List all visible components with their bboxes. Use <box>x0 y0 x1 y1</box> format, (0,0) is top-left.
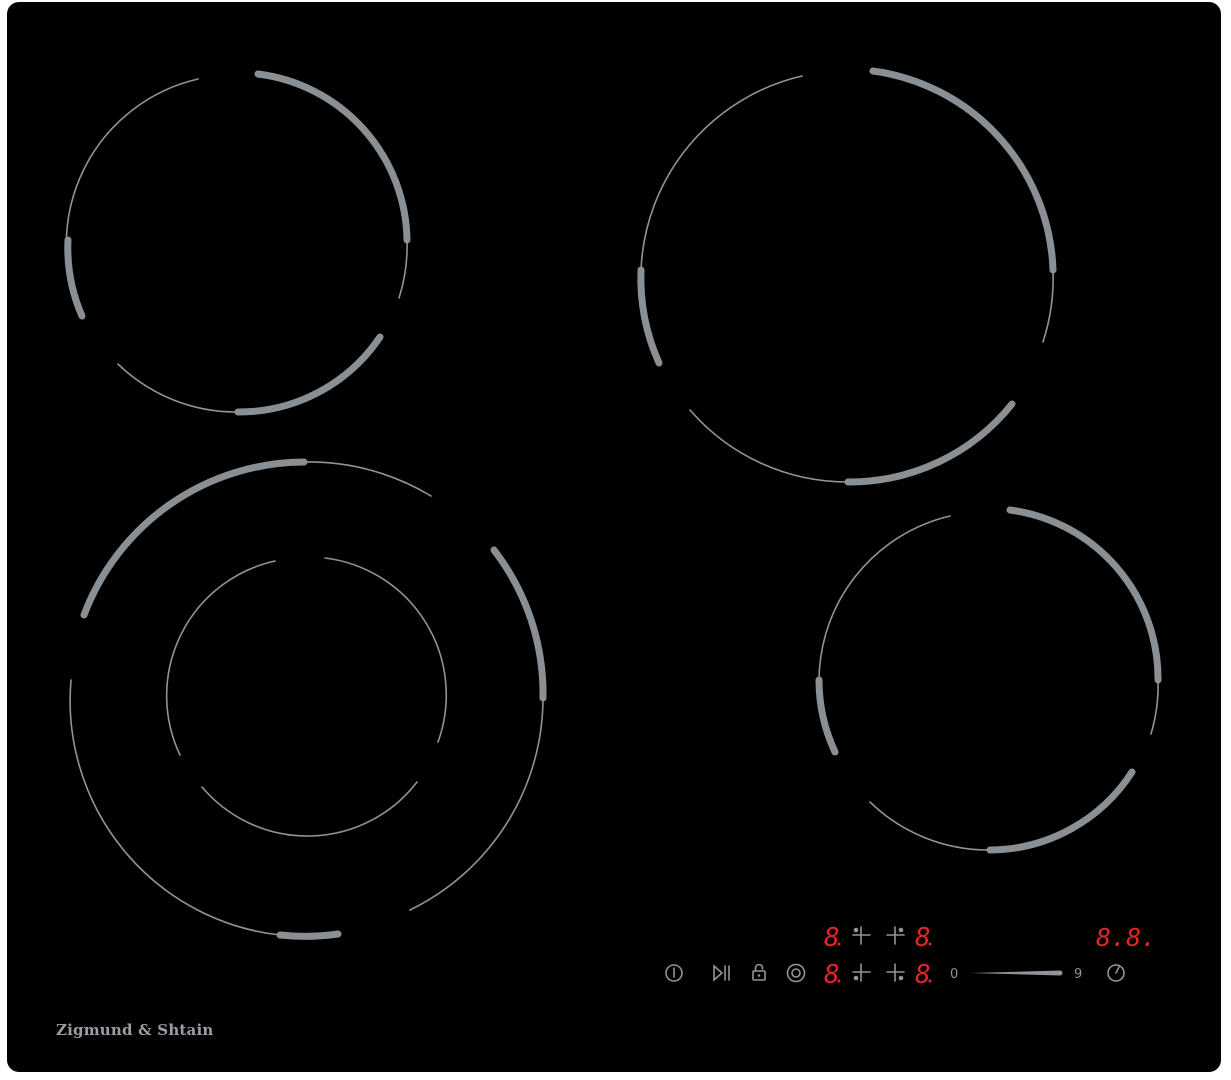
burner-front-right-heat-arc-bottom <box>986 768 1136 854</box>
display-front-left: 8 <box>824 960 840 990</box>
cooktop-drawing: 8 8 8.8. 8 8 0 9 Zigmund & Shtain <box>56 67 1162 1039</box>
display-rear-left: 8 <box>824 923 840 953</box>
burner-front-left <box>69 458 547 940</box>
timer-button[interactable] <box>1107 964 1125 982</box>
burner-front-left-inner-ring-b <box>324 557 448 743</box>
burner-rear-right-heat-arc-bottom <box>844 400 1016 486</box>
display-rear-right: 8 <box>915 923 931 953</box>
slider-min-label: 0 <box>950 967 958 982</box>
burner-rear-right-heat-arc <box>869 67 1057 274</box>
burner-rear-right-ring-right <box>1042 269 1054 343</box>
burner-front-left-outer-heat-arc-right <box>490 546 547 702</box>
burner-rear-left-ring-right <box>398 239 408 299</box>
zone-indicator-rear-right-icon <box>886 926 905 945</box>
zone-indicator-rear-left-icon <box>852 926 871 945</box>
burner-rear-left-heat-arc-left <box>64 236 86 320</box>
power-button[interactable] <box>665 964 683 982</box>
burner-front-left-inner-ring-a <box>165 560 276 756</box>
burner-front-right-ring-right <box>1150 679 1159 735</box>
burner-rear-right-ring <box>640 75 803 271</box>
zone-indicator-front-right-icon <box>886 963 905 982</box>
burner-front-left-outer-ring-left <box>69 679 281 936</box>
burner-front-left-outer-ring-top <box>303 461 432 497</box>
burner-rear-right-ring-bottom <box>689 409 849 483</box>
burner-rear-left-ring <box>65 78 199 317</box>
display-front-left-dot <box>837 979 841 983</box>
play-pause-icon <box>713 964 724 982</box>
burner-front-left-outer-heat-arc <box>80 458 308 619</box>
brand-logo: Zigmund & Shtain <box>56 1021 214 1039</box>
display-rear-right-dot <box>928 942 932 946</box>
burner-front-right-ring-bottom <box>869 801 991 851</box>
dual-zone-icon <box>786 963 806 983</box>
burner-rear-right <box>637 67 1057 486</box>
burner-front-right-heat-arc-left <box>815 676 839 756</box>
display-timer: 8.8. <box>1096 923 1156 952</box>
burner-front-left-outer-ring-right <box>409 697 544 911</box>
burner-front-right-heat-arc <box>1006 506 1162 684</box>
burner-front-right <box>815 506 1162 854</box>
display-rear-left-dot <box>837 942 841 946</box>
burner-rear-left <box>64 70 411 416</box>
burner-rear-left-heat-arc-bottom <box>234 333 384 416</box>
slider-max-label: 9 <box>1074 967 1082 982</box>
pause-button[interactable] <box>713 964 730 982</box>
burner-rear-left-heat-arc <box>254 70 411 244</box>
burner-rear-left-ring-bottom <box>117 363 239 413</box>
lock-button[interactable] <box>752 963 766 981</box>
display-front-right-dot <box>928 979 932 983</box>
zone-indicator-front-left-icon <box>852 963 871 982</box>
dual-zone-button[interactable] <box>786 963 806 983</box>
burner-front-left-outer-heat-arc-bottom <box>276 930 342 940</box>
burner-rear-right-heat-arc-left <box>637 266 663 367</box>
power-level-slider[interactable] <box>970 970 1063 976</box>
burner-front-right-ring <box>818 515 951 681</box>
burner-front-left-inner-ring-c <box>201 781 418 837</box>
display-front-right: 8 <box>915 960 931 990</box>
